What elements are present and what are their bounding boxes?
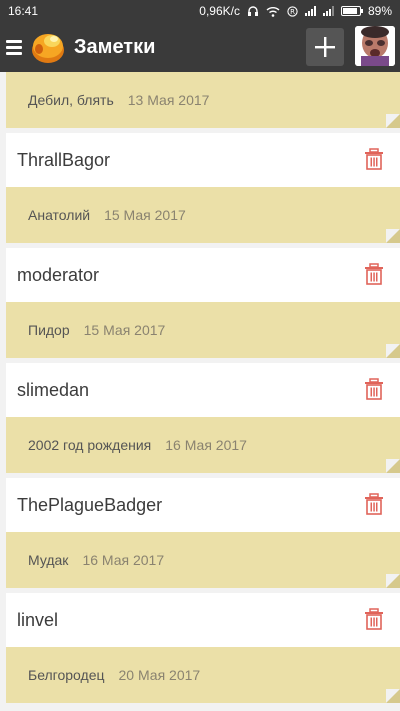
author-name[interactable]: linvel (17, 610, 58, 631)
note-text: Анатолий (28, 207, 91, 223)
battery-percent: 89% (367, 4, 392, 18)
card-header: moderator (6, 248, 400, 302)
add-note-button[interactable] (306, 28, 344, 66)
note-card: ThePlagueBadger Мудак 16 Мая 2017 (6, 478, 400, 588)
signal-icon-2 (322, 6, 334, 16)
note-item[interactable]: Анатолий 15 Мая 2017 (6, 187, 400, 243)
avatar[interactable] (355, 26, 395, 66)
hamburger-icon[interactable] (6, 39, 22, 55)
note-date: 15 Мая 2017 (104, 207, 186, 223)
note-text: Пидор (28, 322, 70, 338)
trash-icon[interactable] (364, 148, 384, 170)
note-item[interactable]: Белгородец 20 Мая 2017 (6, 647, 400, 703)
card-header: ThrallBagor (6, 133, 400, 187)
note-item[interactable]: 2002 год рождения 16 Мая 2017 (6, 417, 400, 473)
divider (6, 703, 400, 708)
trash-icon[interactable] (364, 263, 384, 285)
note-text: Дебил, блять (28, 92, 114, 108)
note-item[interactable]: Дебил, блять 13 Мая 2017 (6, 72, 400, 128)
app-logo-icon (32, 34, 64, 63)
trash-icon[interactable] (364, 378, 384, 400)
app-title: Заметки (74, 35, 156, 58)
note-item[interactable]: Пидор 15 Мая 2017 (6, 302, 400, 358)
note-card: ThrallBagor Анатолий 15 Мая 2017 (6, 133, 400, 243)
headphones-icon (247, 6, 258, 16)
app-bar: Заметки (0, 22, 400, 72)
notes-list: Дебил, блять 13 Мая 2017 ThrallBagor Анат… (6, 72, 400, 708)
note-date: 16 Мая 2017 (82, 552, 165, 568)
note-item[interactable]: Мудак 16 Мая 2017 (6, 532, 400, 588)
author-name[interactable]: moderator (17, 265, 99, 286)
roaming-icon: R (287, 5, 298, 17)
card-header: slimedan (6, 363, 400, 417)
note-date: 15 Мая 2017 (83, 322, 166, 338)
status-bar: 16:41 0,96K/c R 89% (0, 0, 400, 22)
card-header: ThePlagueBadger (6, 478, 400, 532)
card-header: linvel (6, 593, 400, 647)
author-name[interactable]: ThePlagueBadger (17, 495, 162, 516)
note-text: 2002 год рождения (28, 437, 152, 453)
avatar-image (355, 26, 395, 66)
signal-icon (304, 6, 316, 16)
trash-icon[interactable] (364, 493, 384, 515)
author-name[interactable]: slimedan (17, 380, 89, 401)
plus-icon (315, 37, 335, 57)
svg-text:R: R (290, 8, 295, 16)
author-name[interactable]: ThrallBagor (17, 150, 110, 171)
note-card: moderator Пидор 15 Мая 2017 (6, 248, 400, 358)
note-text: Белгородец (28, 667, 105, 683)
status-icons: 0,96K/c R 89% (199, 4, 392, 18)
note-date: 16 Мая 2017 (165, 437, 247, 453)
network-speed: 0,96K/c (199, 4, 240, 18)
note-card: slimedan 2002 год рождения 16 Мая 2017 (6, 363, 400, 473)
note-text: Мудак (28, 552, 69, 568)
wifi-icon (266, 6, 280, 17)
trash-icon[interactable] (364, 608, 384, 630)
status-time: 16:41 (8, 4, 39, 18)
note-date: 20 Мая 2017 (118, 667, 201, 683)
note-date: 13 Мая 2017 (127, 92, 210, 108)
note-card: linvel Белгородец 20 Мая 2017 (6, 593, 400, 703)
battery-icon (340, 6, 363, 16)
